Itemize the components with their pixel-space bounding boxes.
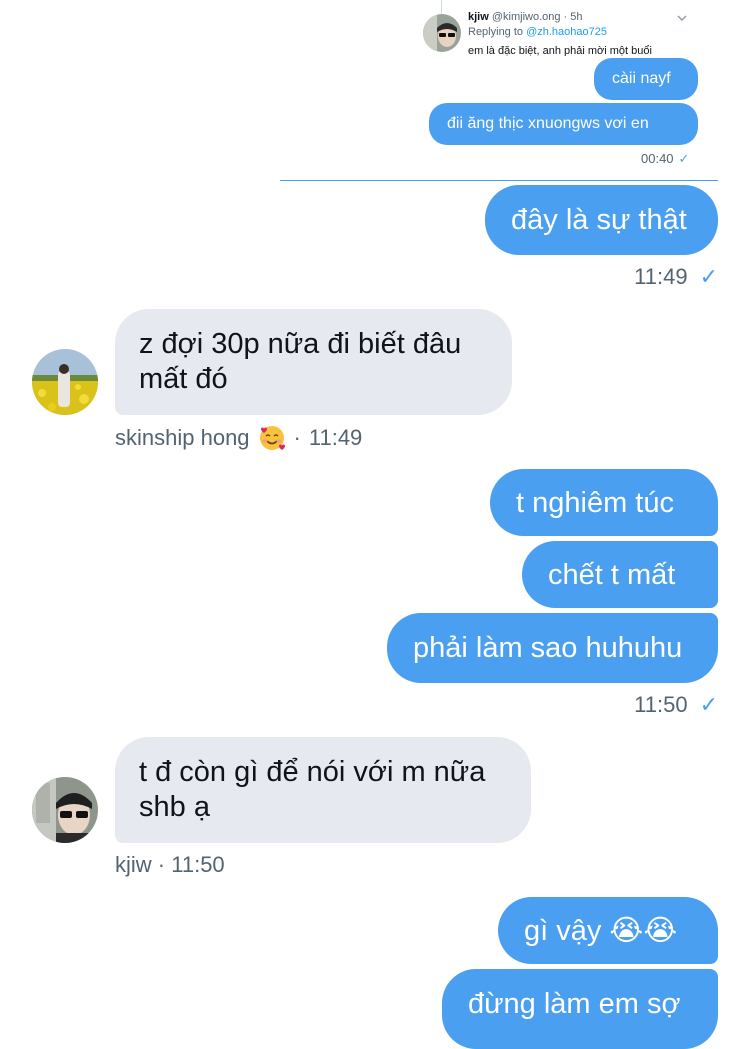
sender-name: skinship hong [115,425,250,450]
checkmark-icon: ✓ [678,151,690,166]
checkmark-icon: ✓ [699,692,718,717]
received-message-bubble[interactable]: z đợi 30p nữa đi biết đâu mất đó [115,309,512,415]
replying-to-handle[interactable]: @zh.haohao725 [526,26,607,38]
quoted-author-avatar[interactable] [423,14,461,52]
contact-avatar[interactable] [32,349,98,415]
sent-message-bubble[interactable]: đừng làm em sợ [442,969,718,1049]
received-message-bubble[interactable]: t đ còn gì để nói với m nữa shb ạ [115,737,531,843]
sender-name: kjiw [115,852,152,877]
quoted-timestamp: 00:40 ✓ [641,151,690,166]
checkmark-icon: ✓ [699,264,718,289]
divider [280,180,718,181]
chevron-down-icon[interactable] [676,11,688,23]
contact-avatar[interactable] [32,777,98,843]
smiling-face-hearts-emoji [258,424,286,452]
message-time: 11:50 [171,852,225,877]
message-time: 11:49 [308,425,363,450]
sent-message-bubble[interactable]: phải làm sao huhuhu [387,613,718,683]
sent-message-bubble[interactable]: t nghiêm túc [490,469,718,536]
message-timestamp: 11:49 ✓ [634,264,718,289]
thread-line [441,0,442,14]
sent-message-bubble[interactable]: chết t mất [522,541,718,608]
sender-meta: skinship hong · 11:49 [115,424,363,452]
quoted-author-name[interactable]: kjiw [468,11,489,23]
quoted-header: kjiw @kimjiwo.ong · 5h [468,11,583,23]
message-timestamp: 11:50 ✓ [634,692,718,717]
replying-to-line: Replying to @zh.haohao725 [468,26,607,38]
quoted-author-handle: @kimjiwo.ong · 5h [491,11,583,23]
quoted-text: em là đặc biệt, anh phải mời một buổi [468,45,652,56]
sender-meta: kjiw · 11:50 [115,852,225,877]
sent-message-bubble[interactable]: gì vậy 😭😭 [498,897,718,964]
quoted-message-bubble: càii nayf [594,58,698,100]
quoted-message-bubble: đii ăng thịc xnuongws vơi en [429,103,698,145]
sent-message-bubble[interactable]: đây là sự thật [485,185,718,255]
